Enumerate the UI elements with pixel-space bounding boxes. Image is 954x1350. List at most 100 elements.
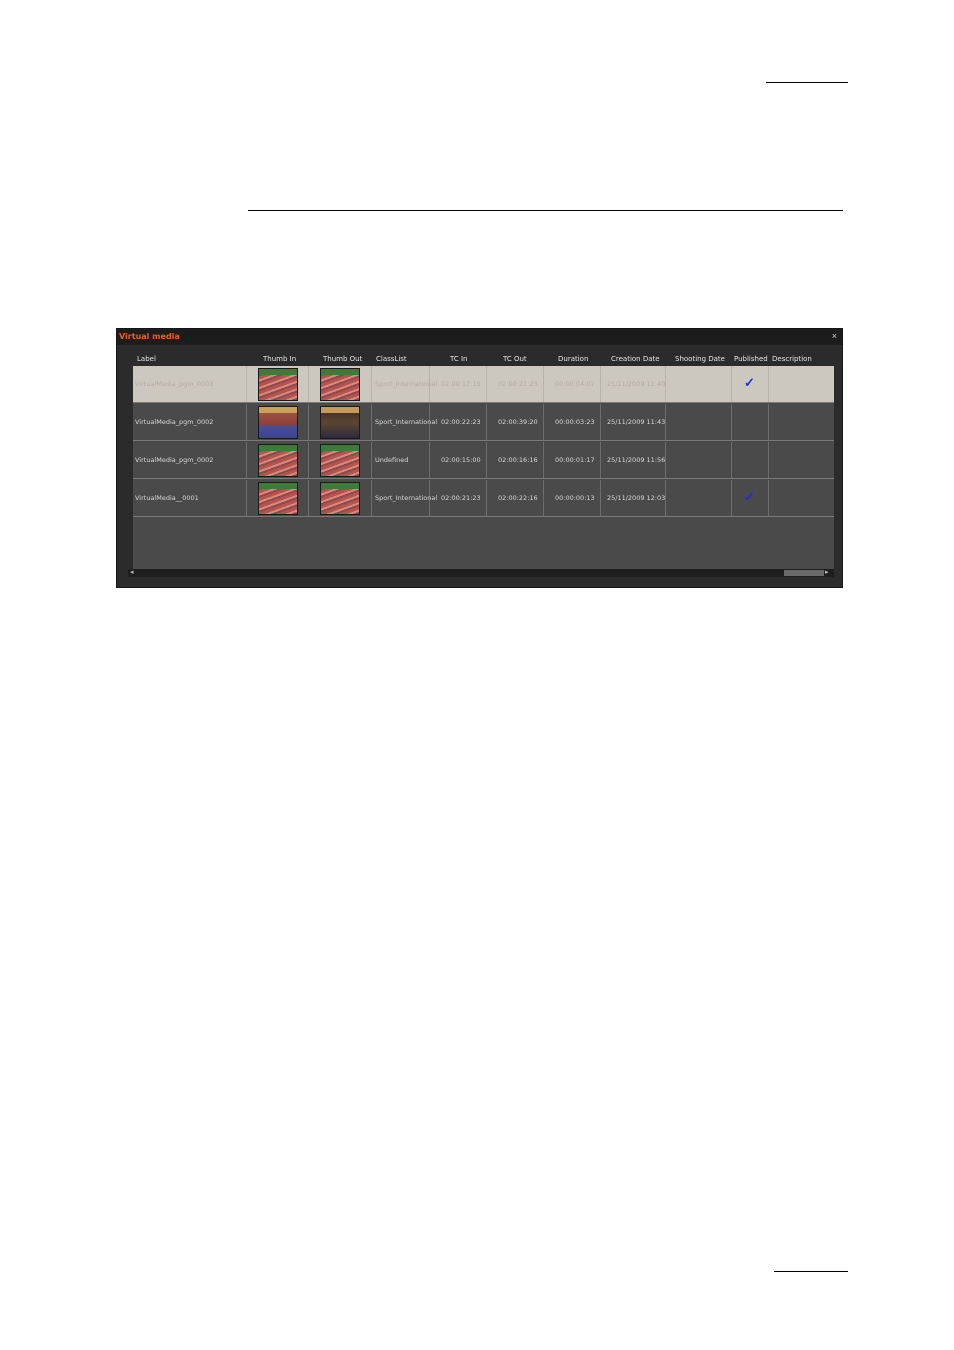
classlist-cell: Sport_International xyxy=(375,494,438,502)
column-divider xyxy=(768,404,769,440)
classlist-cell: Sport_International xyxy=(375,418,438,426)
column-divider xyxy=(768,480,769,516)
column-divider xyxy=(308,404,309,440)
tc-out-cell: 02:00:16:16 xyxy=(498,456,538,464)
duration-cell: 00:00:01:17 xyxy=(555,456,595,464)
thumbnail-stripe xyxy=(321,407,359,413)
window-title: Virtual media xyxy=(119,332,180,341)
column-divider xyxy=(246,366,247,402)
virtual-media-window: Virtual media × Label Thumb In Thumb Out… xyxy=(116,328,843,588)
scroll-right-icon[interactable]: ▸ xyxy=(825,568,829,576)
column-divider xyxy=(768,442,769,478)
thumbnail-stripe xyxy=(259,369,297,375)
thumb-in-image[interactable] xyxy=(258,368,298,401)
creation-date-cell: 25/11/2009 11:43 xyxy=(607,418,666,426)
column-divider xyxy=(731,366,732,402)
thumb-out-image[interactable] xyxy=(320,368,360,401)
thumb-in-image[interactable] xyxy=(258,482,298,515)
column-divider xyxy=(486,480,487,516)
column-divider xyxy=(731,480,732,516)
column-divider xyxy=(600,366,601,402)
thumbnail-stripe xyxy=(321,483,359,489)
thumb-out-image[interactable] xyxy=(320,444,360,477)
column-divider xyxy=(429,442,430,478)
classlist-cell: Undefined xyxy=(375,456,409,464)
column-header-tc-in[interactable]: TC In xyxy=(450,355,467,363)
column-divider xyxy=(600,404,601,440)
horizontal-scrollbar[interactable]: ◂ ▸ xyxy=(128,569,834,577)
thumbnail-stripe xyxy=(259,407,297,413)
column-header-thumb-in[interactable]: Thumb In xyxy=(263,355,296,363)
header-rule xyxy=(766,82,848,83)
column-divider xyxy=(486,442,487,478)
column-divider xyxy=(600,442,601,478)
column-divider xyxy=(371,480,372,516)
scrollbar-thumb[interactable] xyxy=(784,570,824,576)
tc-out-cell: 02:00:21:23 xyxy=(498,380,538,388)
column-header-label[interactable]: Label xyxy=(137,355,156,363)
column-divider xyxy=(486,366,487,402)
creation-date-cell: 25/11/2009 11:56 xyxy=(607,456,666,464)
column-divider xyxy=(371,404,372,440)
column-divider xyxy=(543,480,544,516)
label-cell: VirtualMedia__0001 xyxy=(135,494,199,502)
thumb-in-image[interactable] xyxy=(258,406,298,439)
column-divider xyxy=(371,442,372,478)
table-row[interactable]: VirtualMedia_pgm_0002 Sport_International… xyxy=(133,404,834,441)
column-divider xyxy=(600,480,601,516)
grid-header: Label Thumb In Thumb Out ClassList TC In… xyxy=(133,352,834,366)
label-cell: VirtualMedia_pgm_0003 xyxy=(135,380,214,388)
column-header-classlist[interactable]: ClassList xyxy=(376,355,407,363)
column-divider xyxy=(246,480,247,516)
column-header-tc-out[interactable]: TC Out xyxy=(503,355,527,363)
column-divider xyxy=(543,442,544,478)
duration-cell: 00:00:03:23 xyxy=(555,418,595,426)
column-divider xyxy=(768,366,769,402)
thumb-in-image[interactable] xyxy=(258,444,298,477)
tc-in-cell: 02:00:22:23 xyxy=(441,418,481,426)
close-icon[interactable]: × xyxy=(832,331,837,341)
thumb-out-image[interactable] xyxy=(320,406,360,439)
window-titlebar[interactable]: Virtual media × xyxy=(117,329,842,345)
classlist-cell: Sport_International xyxy=(375,380,438,388)
tc-out-cell: 02:00:39:20 xyxy=(498,418,538,426)
column-divider xyxy=(371,366,372,402)
tc-out-cell: 02:00:22:16 xyxy=(498,494,538,502)
column-divider xyxy=(246,404,247,440)
thumb-out-image[interactable] xyxy=(320,482,360,515)
tc-in-cell: 02:00:21:23 xyxy=(441,494,481,502)
scroll-left-icon[interactable]: ◂ xyxy=(130,568,134,576)
label-cell: VirtualMedia_pgm_0002 xyxy=(135,418,214,426)
column-divider xyxy=(308,366,309,402)
table-row[interactable]: VirtualMedia__0001 Sport_International 02:… xyxy=(133,480,834,517)
creation-date-cell: 25/11/2009 12:03 xyxy=(607,494,666,502)
label-cell: VirtualMedia_pgm_0002 xyxy=(135,456,214,464)
column-header-creation-date[interactable]: Creation Date xyxy=(611,355,660,363)
column-divider xyxy=(308,480,309,516)
tc-in-cell: 02:00:15:00 xyxy=(441,456,481,464)
creation-date-cell: 25/11/2009 11:40 xyxy=(607,380,666,388)
column-header-shooting-date[interactable]: Shooting Date xyxy=(675,355,725,363)
published-check-icon[interactable]: ✓ xyxy=(744,489,755,505)
column-header-duration[interactable]: Duration xyxy=(558,355,588,363)
column-divider xyxy=(731,404,732,440)
column-header-thumb-out[interactable]: Thumb Out xyxy=(323,355,362,363)
column-divider xyxy=(246,442,247,478)
duration-cell: 00:00:00:13 xyxy=(555,494,595,502)
column-divider xyxy=(308,442,309,478)
column-divider xyxy=(731,442,732,478)
thumbnail-stripe xyxy=(259,445,297,451)
thumbnail-stripe xyxy=(321,445,359,451)
column-header-description[interactable]: Description xyxy=(772,355,812,363)
column-header-published[interactable]: Published xyxy=(734,355,768,363)
thumbnail-stripe xyxy=(321,369,359,375)
footer-rule xyxy=(774,1271,848,1272)
duration-cell: 00:00:04:07 xyxy=(555,380,595,388)
table-row[interactable]: VirtualMedia_pgm_0003 Sport_International… xyxy=(133,366,834,403)
column-divider xyxy=(543,366,544,402)
table-row[interactable]: VirtualMedia_pgm_0002 Undefined 02:00:15:0… xyxy=(133,442,834,479)
published-check-icon[interactable]: ✓ xyxy=(744,375,755,391)
thumbnail-stripe xyxy=(259,483,297,489)
section-rule xyxy=(248,210,843,211)
tc-in-cell: 02:00:17:15 xyxy=(441,380,481,388)
